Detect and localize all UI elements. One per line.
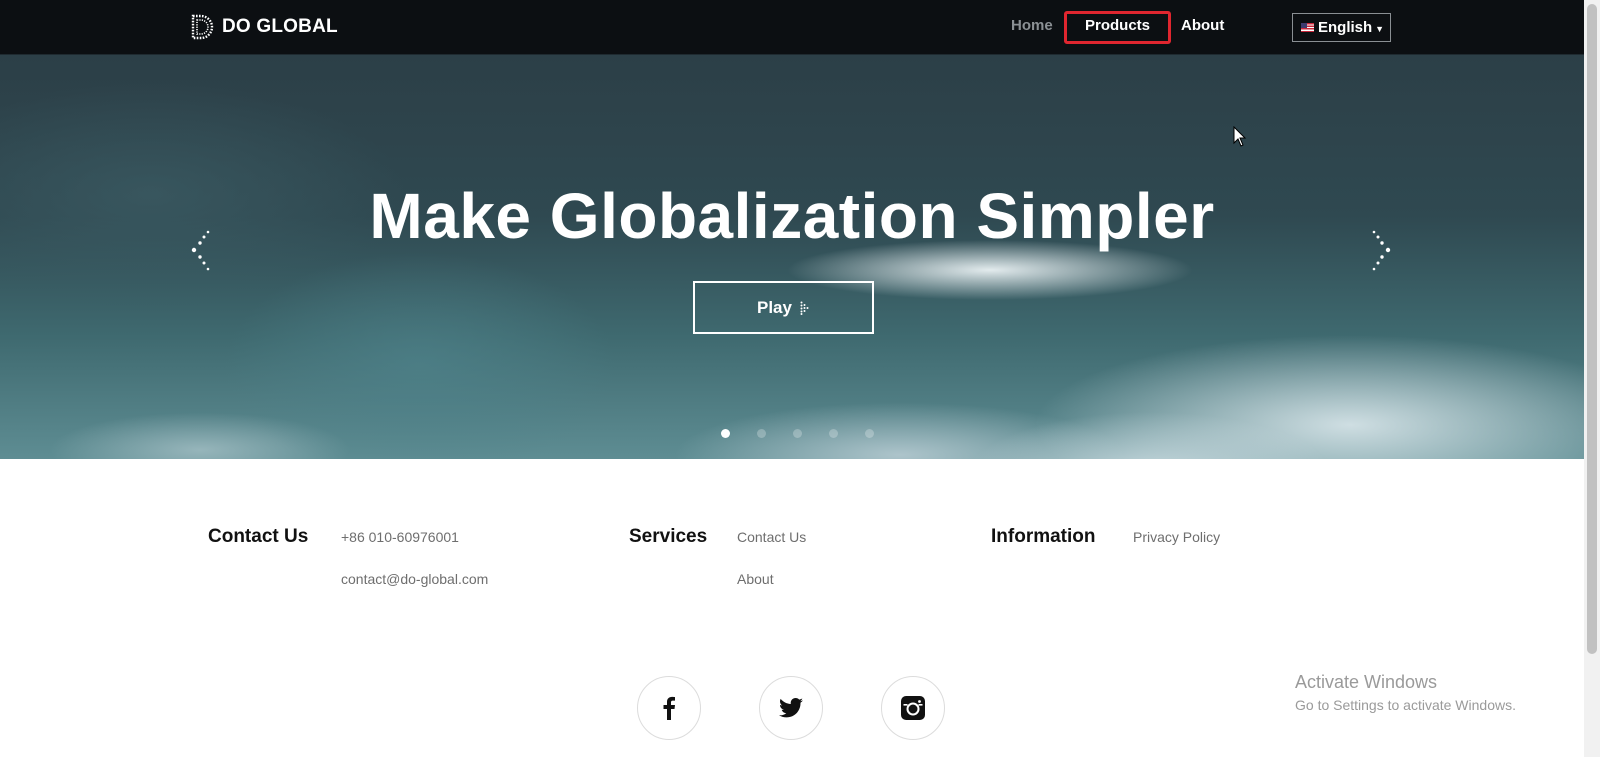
language-selector[interactable]: English ▼ <box>1292 13 1391 42</box>
watermark-title: Activate Windows <box>1295 672 1438 692</box>
services-heading: Services <box>629 526 708 547</box>
information-heading: Information <box>991 526 1096 547</box>
contact-us-heading: Contact Us <box>208 526 309 547</box>
logo-text: DO GLOBAL <box>222 16 338 37</box>
twitter-icon <box>779 698 803 718</box>
twitter-button[interactable] <box>759 676 823 740</box>
slide-dot[interactable] <box>829 429 838 438</box>
slide-dot[interactable] <box>757 429 766 438</box>
chevron-down-icon: ▼ <box>1375 24 1385 34</box>
prev-slide-arrow-icon[interactable] <box>188 230 214 274</box>
play-icon <box>800 301 809 315</box>
nav-products[interactable]: Products <box>1085 17 1150 34</box>
services-link-contact-us[interactable]: Contact Us <box>737 529 806 545</box>
slide-indicators <box>721 429 874 439</box>
contact-phone[interactable]: +86 010-60976001 <box>341 529 459 545</box>
next-slide-arrow-icon[interactable] <box>1368 230 1394 274</box>
language-label: English <box>1318 19 1373 36</box>
privacy-policy-link[interactable]: Privacy Policy <box>1133 529 1220 545</box>
logo[interactable]: DO GLOBAL <box>190 14 338 40</box>
windows-activation-watermark: Activate Windows Go to Settings to activ… <box>1295 672 1516 713</box>
hero-banner: Make Globalization Simpler Play <box>0 55 1584 459</box>
nav-about[interactable]: About <box>1181 17 1224 34</box>
contact-email[interactable]: contact@do-global.com <box>341 571 488 587</box>
watermark-subtitle: Go to Settings to activate Windows. <box>1295 697 1516 713</box>
logo-icon <box>191 14 214 40</box>
us-flag-icon <box>1301 23 1314 32</box>
facebook-button[interactable] <box>637 676 701 740</box>
mouse-cursor-icon <box>1233 126 1247 147</box>
instagram-icon <box>901 696 925 720</box>
services-link-about[interactable]: About <box>737 571 774 587</box>
site-header: DO GLOBAL Home Products About English ▼ <box>0 0 1584 55</box>
instagram-button[interactable] <box>881 676 945 740</box>
scrollbar-thumb[interactable] <box>1587 4 1597 654</box>
play-label: Play <box>757 297 792 317</box>
facebook-icon <box>663 696 675 720</box>
slide-dot[interactable] <box>865 429 874 438</box>
hero-title: Make Globalization Simpler <box>369 180 1215 252</box>
play-button[interactable]: Play <box>693 281 874 334</box>
slide-dot[interactable] <box>721 429 730 438</box>
nav-home[interactable]: Home <box>1011 17 1053 34</box>
slide-dot[interactable] <box>793 429 802 438</box>
